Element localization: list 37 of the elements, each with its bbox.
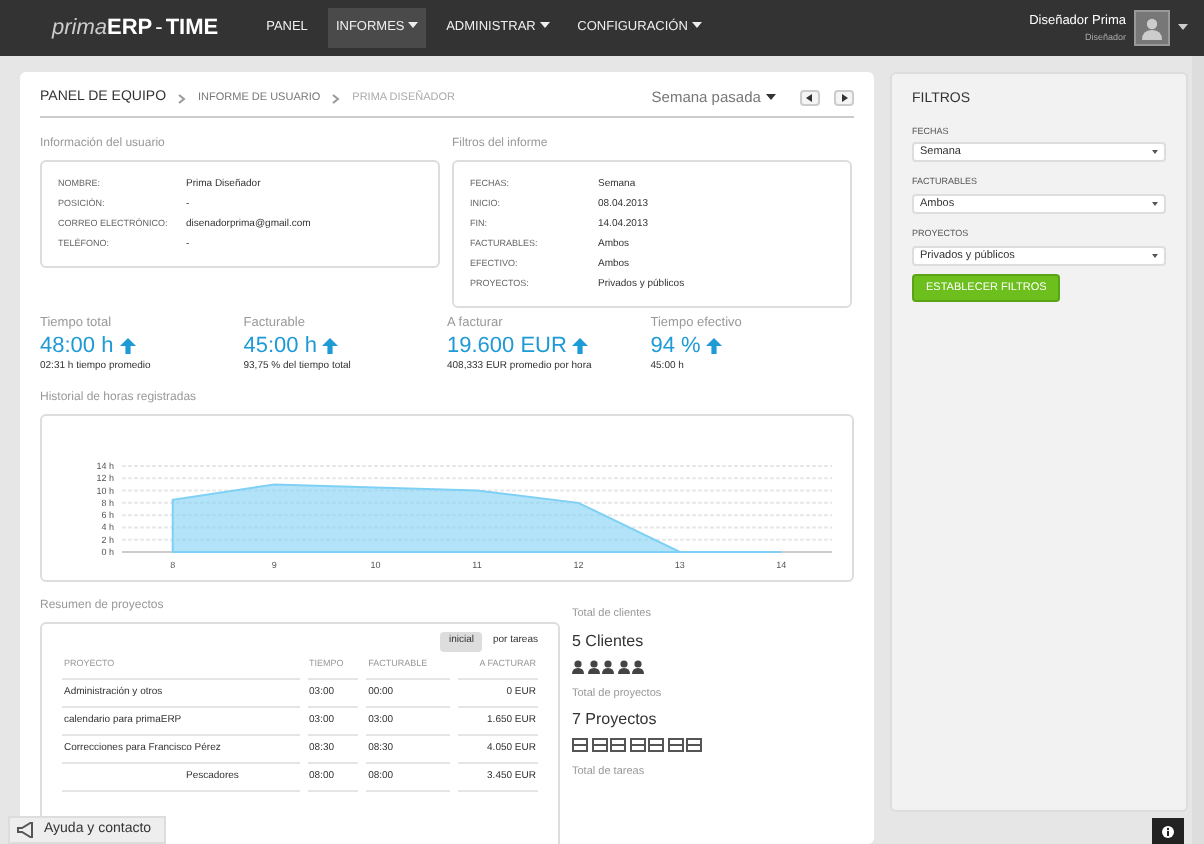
card-icon — [591, 737, 607, 752]
up-arrow-icon — [119, 338, 136, 355]
next-button[interactable] — [834, 90, 854, 106]
caret-icon — [765, 94, 775, 103]
stat-value: 19.600 EUR — [447, 333, 567, 360]
caret-icon — [1178, 24, 1188, 32]
card-icon — [610, 737, 626, 752]
caret-icon — [408, 22, 419, 31]
card-icon — [572, 737, 588, 752]
up-arrow-icon — [706, 338, 723, 355]
info-button[interactable] — [1152, 818, 1184, 844]
stat-value: 45:00 h — [243, 333, 317, 360]
chevron-icon — [178, 93, 187, 103]
megaphone-icon — [16, 822, 36, 838]
card-icon — [686, 737, 702, 752]
info-icon — [1162, 825, 1174, 837]
avatar-icon[interactable] — [1134, 10, 1170, 46]
left-triangle-icon — [806, 94, 812, 102]
app-logo[interactable]: primaERP-TIME — [52, 11, 219, 45]
up-arrow-icon — [322, 338, 339, 355]
stat-value: 48:00 h — [40, 333, 114, 360]
up-arrow-icon — [572, 338, 589, 355]
chevron-icon — [332, 93, 341, 103]
scrollbar[interactable] — [1192, 56, 1204, 844]
caret-icon — [1152, 253, 1158, 258]
previous-button[interactable] — [799, 90, 819, 106]
card-icon — [648, 737, 664, 752]
card-icon — [629, 737, 645, 752]
caret-icon — [539, 22, 550, 31]
caret-icon — [1152, 150, 1158, 155]
card-icon — [667, 737, 683, 752]
stat-value: 94 % — [650, 333, 701, 360]
caret-icon — [1152, 202, 1158, 206]
total-value: 5 Clientes — [572, 629, 646, 653]
caret-icon — [691, 22, 702, 31]
right-triangle-icon — [841, 94, 847, 102]
total-value: 7 Proyectos — [572, 707, 659, 732]
